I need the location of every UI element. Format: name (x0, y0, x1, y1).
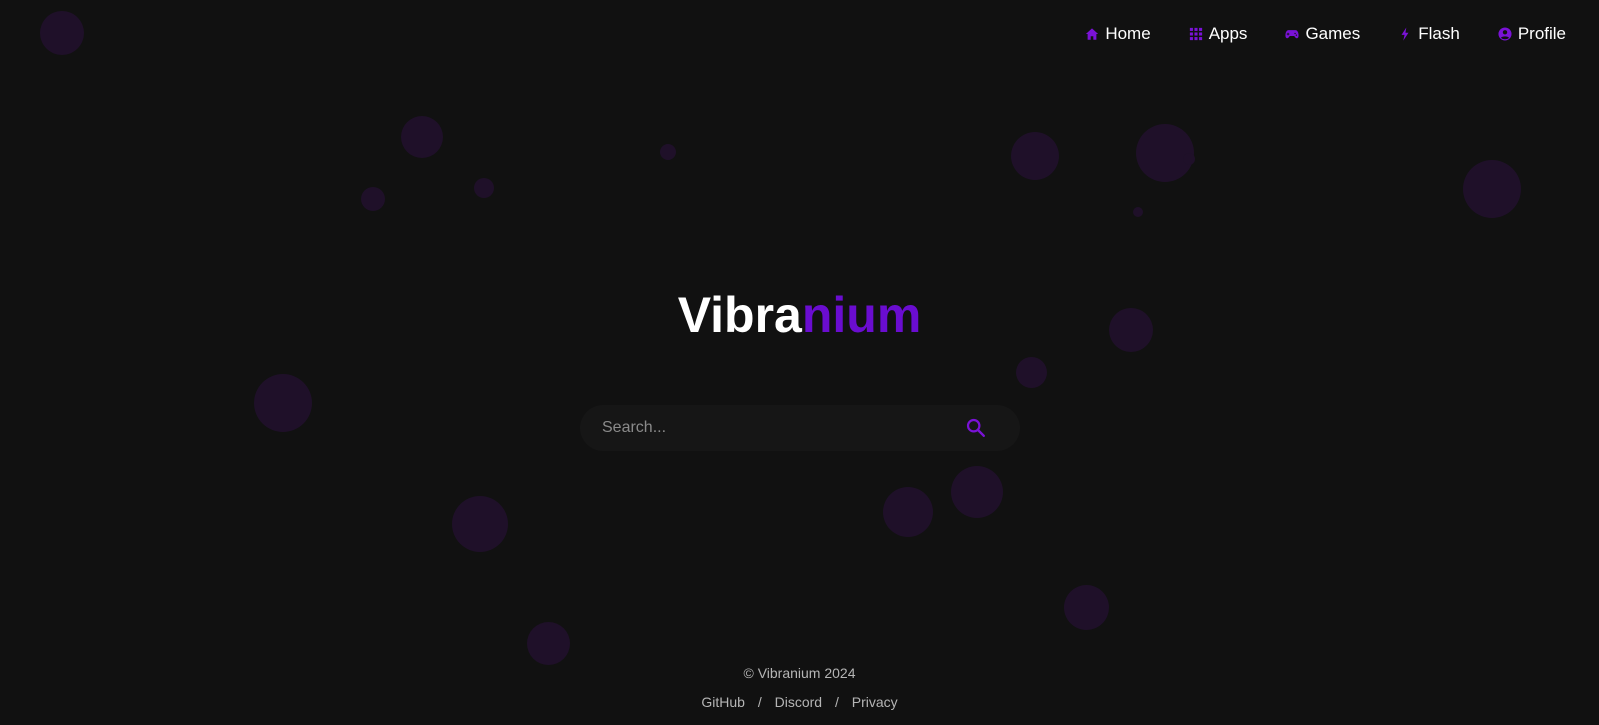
background-bubble (1183, 153, 1195, 165)
footer-link-discord[interactable]: Discord (775, 694, 822, 710)
footer-copyright: © Vibranium 2024 (743, 665, 856, 681)
background-bubble (1064, 585, 1109, 630)
page-background: Home Apps Games Flash Profile Vibranium … (0, 0, 1599, 725)
background-bubble (883, 487, 933, 537)
apps-grid-icon (1189, 27, 1203, 41)
search-icon (966, 418, 985, 437)
footer-link-github[interactable]: GitHub (701, 694, 745, 710)
background-bubble (474, 178, 494, 198)
user-circle-icon (1498, 27, 1512, 41)
nav-item-label: Profile (1517, 24, 1566, 43)
nav-item-apps[interactable]: Apps (1189, 24, 1248, 44)
background-bubble (527, 622, 570, 665)
nav-item-label: Apps (1208, 24, 1248, 43)
background-bubble (401, 116, 443, 158)
background-bubble (452, 496, 508, 552)
search-bar (580, 405, 1020, 451)
background-bubble (361, 187, 385, 211)
nav-item-flash[interactable]: Flash (1398, 24, 1460, 44)
brand-title: Vibranium (0, 286, 1599, 344)
background-bubble (951, 466, 1003, 518)
background-bubble (40, 11, 84, 55)
background-bubble (1011, 132, 1059, 180)
background-bubble (254, 374, 312, 432)
background-bubble (660, 144, 676, 160)
brand-title-part2: nium (801, 287, 922, 343)
search-input[interactable] (602, 419, 964, 437)
bolt-icon (1398, 27, 1412, 41)
footer-separator: / (834, 694, 839, 710)
nav-item-profile[interactable]: Profile (1498, 24, 1566, 44)
footer-links: GitHub / Discord / Privacy (0, 694, 1599, 710)
home-icon (1085, 27, 1099, 41)
nav-item-games[interactable]: Games (1285, 24, 1360, 44)
footer-separator: / (757, 694, 762, 710)
top-nav: Home Apps Games Flash Profile (1085, 22, 1566, 46)
background-bubble (1133, 207, 1143, 217)
gamepad-icon (1285, 27, 1299, 41)
background-bubble (1016, 357, 1047, 388)
search-button[interactable] (964, 416, 988, 440)
nav-item-label: Games (1305, 24, 1361, 43)
nav-item-label: Home (1105, 24, 1151, 43)
background-bubble (1463, 160, 1521, 218)
nav-item-label: Flash (1418, 24, 1460, 43)
brand-title-part1: Vibra (677, 287, 802, 343)
footer-link-privacy[interactable]: Privacy (852, 694, 898, 710)
nav-item-home[interactable]: Home (1085, 24, 1151, 44)
